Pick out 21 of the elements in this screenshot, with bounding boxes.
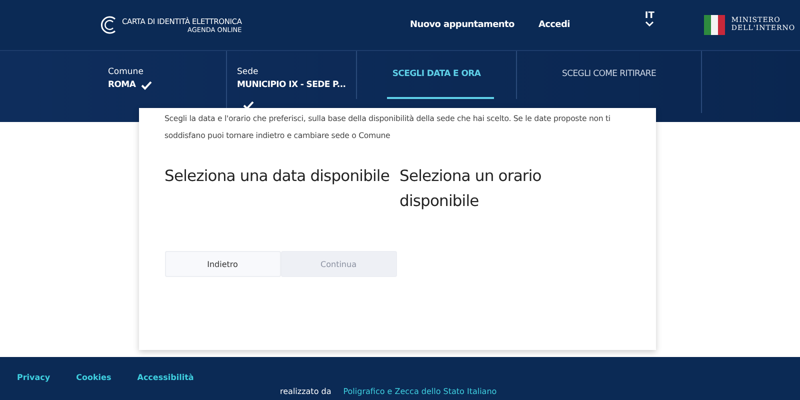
footer-link[interactable]: Cookies <box>76 373 112 382</box>
credit-text: realizzato da <box>280 387 332 396</box>
nav-link[interactable]: Accedi <box>538 20 570 30</box>
flag-icon <box>704 13 726 37</box>
back-button[interactable]: Indietro <box>164 251 280 277</box>
language-selector[interactable]: IT <box>644 11 654 27</box>
chevron-down-icon <box>645 21 654 27</box>
step-tab[interactable]: SCEGLI DATA E ORA <box>356 51 516 99</box>
section-heading: Seleziona un orario disponibile <box>400 166 542 212</box>
logo-icon <box>100 15 118 35</box>
step-tab[interactable]: SCEGLI COME RITIRARE <box>516 51 701 99</box>
credit-link[interactable]: Poligrafico e Zecca dello Stato Italiano <box>343 387 497 396</box>
step-label: Comune <box>108 67 144 77</box>
section-heading: Seleziona una data disponibile <box>164 166 390 187</box>
step-value: ROMA <box>108 80 136 90</box>
step-value: MUNICIPIO IX - SEDE P... <box>237 80 346 90</box>
check-icon <box>140 80 152 90</box>
footer-link[interactable]: Privacy <box>17 373 50 382</box>
nav-link[interactable]: Nuovo appuntamento <box>410 20 514 30</box>
footer-link[interactable]: Accessibilità <box>137 373 194 382</box>
step-label: Sede <box>237 67 260 77</box>
